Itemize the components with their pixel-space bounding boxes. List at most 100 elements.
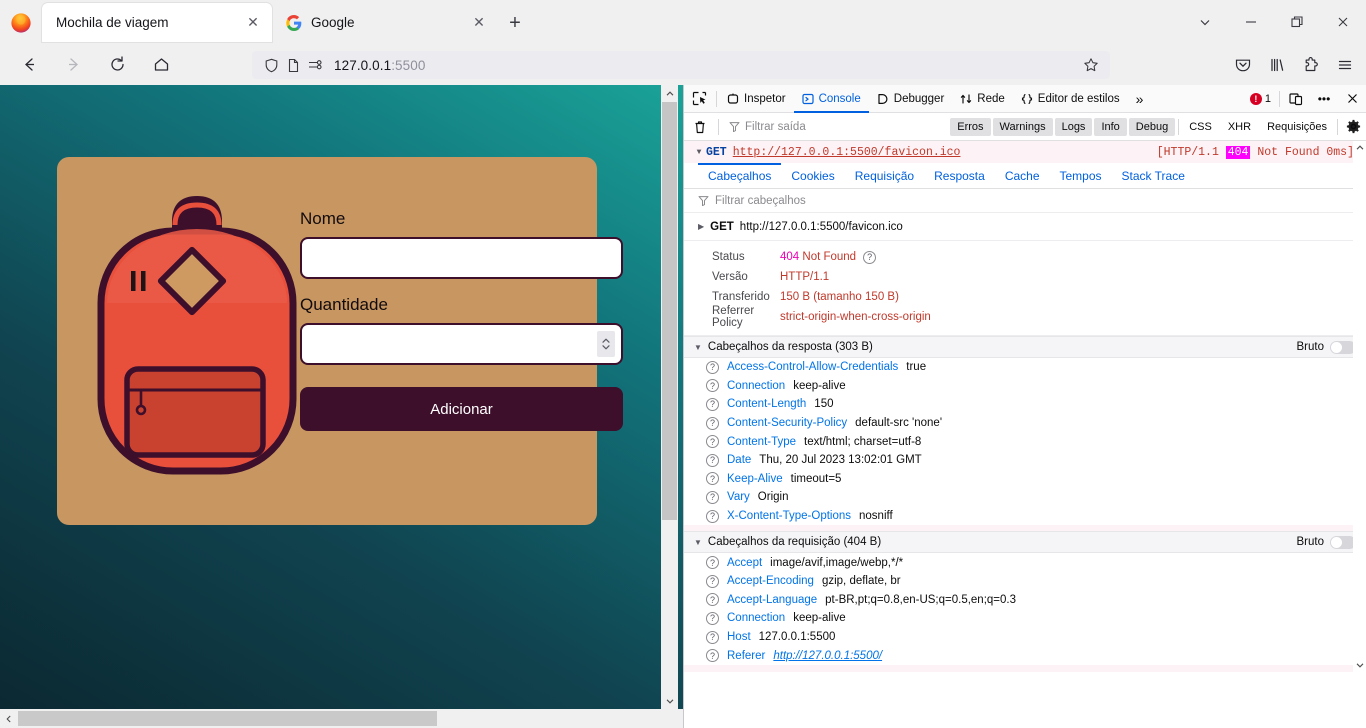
header-name[interactable]: Host — [727, 631, 751, 643]
header-value[interactable]: http://127.0.0.1:5500/ — [773, 650, 882, 662]
subtab-cabecalhos[interactable]: Cabeçalhos — [698, 163, 781, 188]
expand-triangle-icon[interactable]: ▶ — [698, 222, 704, 231]
subtab-resposta[interactable]: Resposta — [924, 163, 995, 188]
devtools-scroll-up[interactable] — [1353, 141, 1366, 155]
maximize-icon[interactable] — [1274, 0, 1320, 44]
filter-pill-info[interactable]: Info — [1094, 117, 1127, 136]
help-icon[interactable]: ? — [706, 490, 719, 504]
trash-icon[interactable] — [684, 113, 716, 141]
header-name[interactable]: Accept-Encoding — [727, 575, 814, 587]
name-input[interactable] — [300, 237, 623, 279]
help-icon[interactable]: ? — [706, 611, 719, 625]
header-name[interactable]: Accept-Language — [727, 594, 817, 606]
header-name[interactable]: Connection — [727, 380, 785, 392]
filter-pill-warnings[interactable]: Warnings — [992, 117, 1053, 136]
header-name[interactable]: Accept — [727, 557, 762, 569]
network-request-row[interactable]: ▼ GET http://127.0.0.1:5500/favicon.ico … — [684, 141, 1366, 163]
collapse-triangle-icon[interactable]: ▼ — [694, 538, 702, 547]
bookmark-star-icon[interactable] — [1080, 54, 1102, 76]
request-summary-row[interactable]: ▶ GET http://127.0.0.1:5500/favicon.ico — [684, 213, 1366, 241]
pocket-icon[interactable] — [1226, 51, 1260, 79]
request-url[interactable]: http://127.0.0.1:5500/favicon.ico — [733, 146, 961, 159]
minimize-icon[interactable] — [1228, 0, 1274, 44]
headers-filter-input[interactable]: Filtrar cabeçalhos — [684, 189, 1366, 213]
scroll-left-button[interactable] — [0, 709, 17, 728]
element-picker-icon[interactable] — [684, 85, 714, 113]
page-vertical-scrollbar[interactable] — [661, 85, 678, 709]
filter-pill-erros[interactable]: Erros — [950, 117, 991, 136]
devtools-tab-console[interactable]: Console — [794, 85, 869, 113]
help-icon[interactable]: ? — [706, 574, 719, 588]
collapse-triangle-icon[interactable]: ▼ — [694, 343, 702, 352]
response-headers-section-header[interactable]: ▼ Cabeçalhos da resposta (303 B) Bruto — [684, 336, 1366, 358]
tab-close-icon[interactable]: ✕ — [468, 12, 490, 34]
help-icon[interactable]: ? — [706, 556, 719, 570]
filter-pill-requisicoes[interactable]: Requisições — [1260, 118, 1334, 136]
app-menu-icon[interactable] — [1328, 51, 1362, 79]
quantity-input[interactable] — [300, 323, 623, 365]
header-name[interactable]: Keep-Alive — [727, 473, 783, 485]
horizontal-scrollbar-thumb[interactable] — [18, 711, 437, 726]
subtab-requisicao[interactable]: Requisição — [845, 163, 924, 188]
help-icon[interactable]: ? — [706, 593, 719, 607]
help-icon[interactable]: ? — [706, 435, 719, 449]
header-name[interactable]: X-Content-Type-Options — [727, 510, 851, 522]
subtab-cookies[interactable]: Cookies — [781, 163, 844, 188]
scroll-down-button[interactable] — [661, 692, 678, 709]
header-name[interactable]: Content-Security-Policy — [727, 417, 847, 429]
extensions-icon[interactable] — [1294, 51, 1328, 79]
help-icon[interactable]: ? — [706, 509, 719, 523]
library-icon[interactable] — [1260, 51, 1294, 79]
header-name[interactable]: Date — [727, 454, 751, 466]
devtools-scroll-down[interactable] — [1353, 658, 1366, 672]
devtools-vertical-scrollbar[interactable] — [1353, 141, 1366, 672]
error-count-badge[interactable]: ! 1 — [1244, 92, 1277, 105]
home-button[interactable] — [144, 48, 178, 82]
scroll-up-button[interactable] — [661, 85, 678, 102]
devtools-tabs-overflow-button[interactable]: » — [1128, 85, 1152, 113]
new-tab-button[interactable]: + — [502, 10, 528, 36]
subtab-tempos[interactable]: Tempos — [1050, 163, 1112, 188]
add-item-button[interactable]: Adicionar — [300, 387, 623, 431]
request-headers-section-header[interactable]: ▼ Cabeçalhos da requisição (404 B) Bruto — [684, 531, 1366, 554]
header-name[interactable]: Referer — [727, 650, 765, 662]
console-filter-input[interactable]: Filtrar saída — [725, 117, 945, 137]
header-name[interactable]: Content-Length — [727, 398, 806, 410]
gear-icon[interactable] — [1340, 113, 1366, 141]
help-icon[interactable]: ? — [706, 360, 719, 374]
responsive-design-mode-icon[interactable] — [1282, 85, 1310, 113]
devtools-tab-debugger[interactable]: Debugger — [869, 85, 953, 113]
subtab-cache[interactable]: Cache — [995, 163, 1050, 188]
help-icon[interactable]: ? — [706, 630, 719, 644]
help-icon[interactable]: ? — [706, 397, 719, 411]
tab-google[interactable]: Google ✕ — [272, 3, 498, 42]
help-icon[interactable]: ? — [706, 379, 719, 393]
shield-icon[interactable] — [260, 54, 282, 76]
vertical-scrollbar-thumb[interactable] — [662, 102, 677, 520]
header-name[interactable]: Connection — [727, 612, 785, 624]
back-button[interactable] — [12, 48, 46, 82]
help-icon[interactable]: ? — [706, 453, 719, 467]
header-name[interactable]: Content-Type — [727, 436, 796, 448]
list-all-tabs-icon[interactable] — [1182, 0, 1228, 44]
help-icon[interactable]: ? — [706, 416, 719, 430]
raw-toggle-group[interactable]: Bruto — [1297, 535, 1356, 549]
permissions-icon[interactable] — [304, 54, 326, 76]
devtools-close-icon[interactable] — [1338, 85, 1366, 113]
close-window-icon[interactable] — [1320, 0, 1366, 44]
expand-caret-icon[interactable]: ▼ — [692, 148, 706, 157]
filter-pill-debug[interactable]: Debug — [1128, 117, 1176, 136]
devtools-tab-editor-de-estilos[interactable]: Editor de estilos — [1013, 85, 1128, 113]
devtools-tab-inspetor[interactable]: Inspetor — [719, 85, 794, 113]
filter-pill-logs[interactable]: Logs — [1054, 117, 1093, 136]
help-icon[interactable]: ? — [706, 472, 719, 486]
header-name[interactable]: Access-Control-Allow-Credentials — [727, 361, 898, 373]
header-name[interactable]: Vary — [727, 491, 750, 503]
reload-button[interactable] — [100, 48, 134, 82]
filter-pill-xhr[interactable]: XHR — [1221, 118, 1258, 136]
quantity-stepper[interactable] — [597, 331, 615, 357]
help-icon[interactable]: ? — [863, 250, 877, 264]
tab-mochila-de-viagem[interactable]: Mochila de viagem ✕ — [42, 3, 272, 42]
tab-close-icon[interactable]: ✕ — [242, 12, 264, 34]
subtab-stack-trace[interactable]: Stack Trace — [1112, 163, 1195, 188]
